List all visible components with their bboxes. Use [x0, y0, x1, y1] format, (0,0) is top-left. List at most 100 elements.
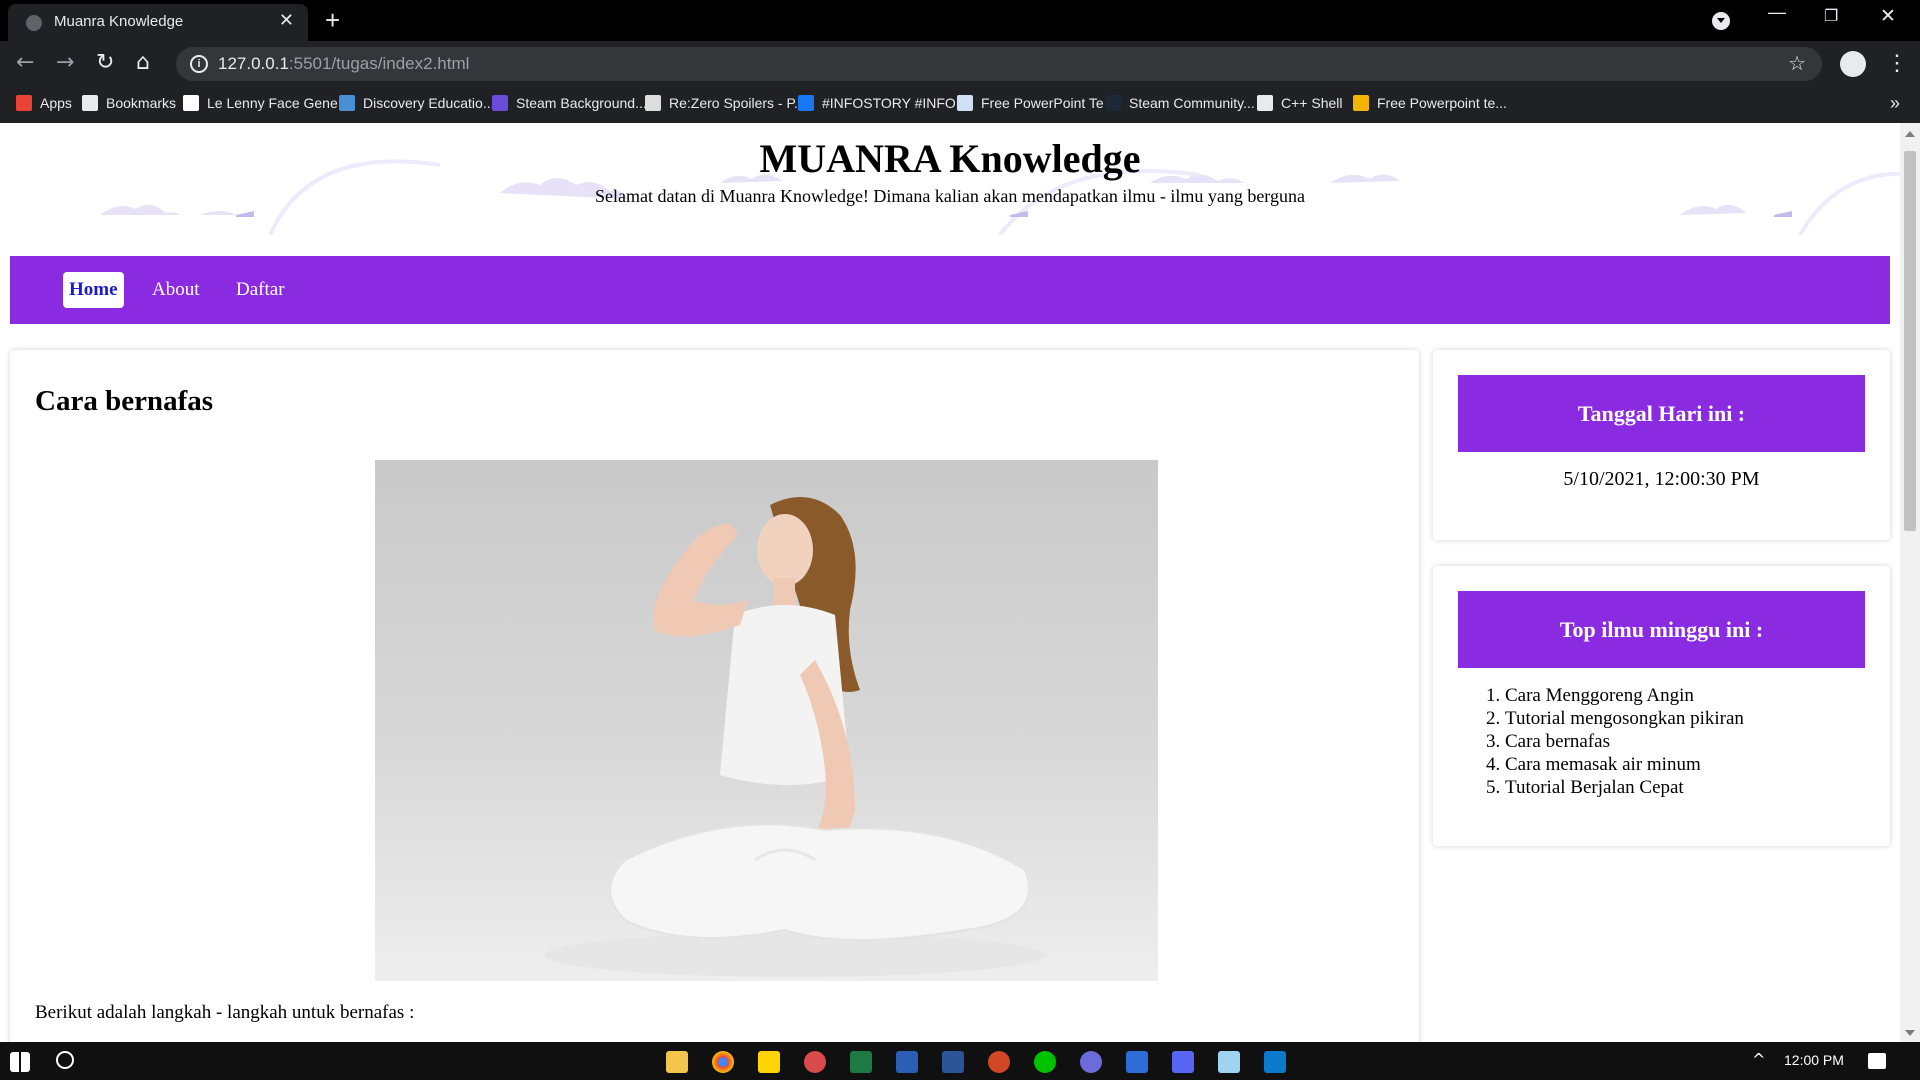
notification-center-icon[interactable]: [1868, 1053, 1886, 1069]
bookmark-label: Free PowerPoint Te...: [981, 95, 1116, 111]
line-icon[interactable]: [1034, 1051, 1056, 1073]
tab-search-icon[interactable]: [1712, 12, 1730, 30]
home-icon[interactable]: ⌂: [136, 50, 150, 75]
windows-start-icon[interactable]: [10, 1052, 30, 1072]
bookmark-item[interactable]: Bookmarks: [82, 95, 176, 111]
bookmark-item[interactable]: Le Lenny Face Gene...: [183, 95, 349, 111]
page-favicon-icon: [26, 15, 42, 31]
address-bar[interactable]: i 127.0.0.1:5501/tugas/index2.html ☆: [176, 47, 1822, 81]
close-window-icon[interactable]: ✕: [1880, 5, 1896, 28]
bookmark-item[interactable]: Free PowerPoint Te...: [957, 95, 1115, 111]
taskbar-clock[interactable]: 12:00 PM: [1784, 1052, 1844, 1068]
bookmark-item[interactable]: Discovery Educatio...: [339, 95, 495, 111]
folder-icon: [1353, 95, 1369, 111]
lenny-face-icon: [183, 95, 199, 111]
bookmark-label: Free Powerpoint te...: [1377, 95, 1507, 111]
bookmark-item[interactable]: Re:Zero Spoilers - P...: [645, 95, 806, 111]
search-icon[interactable]: [56, 1051, 74, 1069]
bookmark-label: #INFOSTORY #INFO...: [822, 95, 968, 111]
top-ilmu-item-label: Cara bernafas: [1505, 731, 1610, 752]
top-ilmu-item[interactable]: Cara Menggoreng Angin: [1505, 684, 1744, 707]
scrollbar-thumb[interactable]: [1904, 151, 1916, 531]
file-explorer-icon[interactable]: [666, 1051, 688, 1073]
new-tab-button[interactable]: +: [325, 5, 340, 36]
article-image: [375, 460, 1158, 981]
back-icon[interactable]: ←: [16, 50, 34, 75]
vscode-icon[interactable]: [1264, 1051, 1286, 1073]
grid-icon: [645, 95, 661, 111]
top-ilmu-list: Cara Menggoreng Angin Tutorial mengosong…: [1483, 684, 1744, 799]
bookmark-label: C++ Shell: [1281, 95, 1343, 111]
top-ilmu-item-label: Cara memasak air minum: [1505, 754, 1701, 775]
bookmark-label: Steam Background...: [516, 95, 647, 111]
bookmark-label: Apps: [40, 95, 72, 111]
bookmark-item[interactable]: #INFOSTORY #INFO...: [798, 95, 967, 111]
star-icon: [82, 95, 98, 111]
chrome-icon[interactable]: [712, 1051, 734, 1073]
browser-tab[interactable]: Muanra Knowledge ✕: [8, 4, 308, 41]
excel-icon[interactable]: [850, 1051, 872, 1073]
shell-icon: [1257, 95, 1273, 111]
bookmark-item[interactable]: Apps: [16, 95, 72, 111]
top-ilmu-item[interactable]: Cara memasak air minum: [1505, 753, 1744, 776]
bookmarks-overflow-icon[interactable]: »: [1890, 93, 1900, 114]
page-scrollbar[interactable]: [1900, 123, 1920, 1042]
reload-icon[interactable]: ↻: [96, 50, 114, 75]
site-title: MUANRA Knowledge: [759, 136, 1141, 181]
top-ilmu-item[interactable]: Cara bernafas: [1505, 730, 1744, 753]
article-intro: Berikut adalah langkah - langkah untuk b…: [35, 1002, 415, 1023]
current-datetime: 5/10/2021, 12:00:30 PM: [1563, 468, 1760, 490]
app-icon[interactable]: [1218, 1051, 1240, 1073]
globe-icon: [339, 95, 355, 111]
browser-menu-icon[interactable]: ⋮: [1886, 50, 1908, 76]
close-tab-icon[interactable]: ✕: [279, 10, 294, 31]
steam-icon: [1105, 95, 1121, 111]
site-subtitle: Selamat datan di Muanra Knowledge! Diman…: [595, 186, 1305, 206]
nav-daftar-link[interactable]: Daftar: [230, 272, 291, 308]
bookmark-label: Discovery Educatio...: [363, 95, 495, 111]
system-tray-chevron-icon[interactable]: ^: [1752, 1050, 1765, 1069]
top-ilmu-item-label: Tutorial Berjalan Cepat: [1505, 777, 1684, 798]
restore-icon[interactable]: ❐: [1824, 6, 1838, 26]
forward-icon[interactable]: →: [56, 50, 74, 75]
date-widget: Tanggal Hari ini : 5/10/2021, 12:00:30 P…: [1433, 350, 1890, 540]
sticky-notes-icon[interactable]: [758, 1051, 780, 1073]
discord-icon[interactable]: [1172, 1051, 1194, 1073]
browser-tab-bar: Muanra Knowledge ✕ + — ❐ ✕: [0, 0, 1920, 41]
bookmark-item[interactable]: Steam Community...: [1105, 95, 1255, 111]
bookmark-star-icon[interactable]: ☆: [1788, 51, 1806, 76]
bookmarks-bar: » Apps Bookmarks Le Lenny Face Gene... Disc…: [0, 87, 1920, 123]
top-ilmu-heading: Top ilmu minggu ini :: [1458, 591, 1865, 668]
nav-home-link[interactable]: Home: [63, 272, 124, 308]
bookmark-label: Steam Community...: [1129, 95, 1255, 111]
top-ilmu-item[interactable]: Tutorial mengosongkan pikiran: [1505, 707, 1744, 730]
app-icon[interactable]: [804, 1051, 826, 1073]
top-ilmu-item[interactable]: Tutorial Berjalan Cepat: [1505, 776, 1744, 799]
url-host: 127.0.0.1: [218, 54, 289, 73]
app-icon[interactable]: [1080, 1051, 1102, 1073]
nav-about-link[interactable]: About: [146, 272, 206, 308]
article-card: Cara bernafas Berikut adalah langkah - l…: [10, 350, 1419, 1042]
scroll-up-icon[interactable]: [1905, 131, 1915, 137]
bookmark-item[interactable]: C++ Shell: [1257, 95, 1342, 111]
browser-toolbar: ← → ↻ ⌂ i 127.0.0.1:5501/tugas/index2.ht…: [0, 41, 1920, 87]
top-ilmu-item-label: Tutorial mengosongkan pikiran: [1505, 708, 1744, 729]
scroll-down-icon[interactable]: [1905, 1030, 1915, 1036]
app-icon[interactable]: [1126, 1051, 1148, 1073]
page-icon: [957, 95, 973, 111]
steam-bg-icon: [492, 95, 508, 111]
address-url[interactable]: 127.0.0.1:5501/tugas/index2.html: [218, 54, 469, 74]
visio-icon[interactable]: [896, 1051, 918, 1073]
main-navigation: Home About Daftar: [10, 256, 1890, 324]
bookmark-item[interactable]: Free Powerpoint te...: [1353, 95, 1507, 111]
bookmark-label: Le Lenny Face Gene...: [207, 95, 350, 111]
powerpoint-icon[interactable]: [988, 1051, 1010, 1073]
minimize-icon[interactable]: —: [1768, 2, 1786, 23]
bookmark-item[interactable]: Steam Background...: [492, 95, 647, 111]
article-title: Cara bernafas: [35, 385, 214, 417]
site-info-icon[interactable]: i: [190, 55, 208, 73]
profile-avatar-icon[interactable]: [1840, 51, 1866, 77]
word-icon[interactable]: [942, 1051, 964, 1073]
windows-taskbar: ^ 12:00 PM: [0, 1042, 1920, 1080]
top-ilmu-item-label: Cara Menggoreng Angin: [1505, 685, 1694, 706]
